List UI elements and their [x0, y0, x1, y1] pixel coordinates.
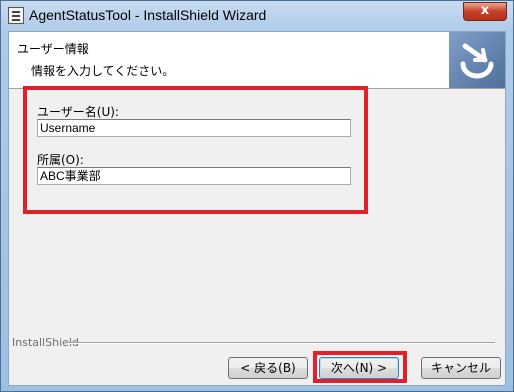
title-bar[interactable]: AgentStatusTool - InstallShield Wizard x [1, 1, 513, 31]
window-title: AgentStatusTool - InstallShield Wizard [29, 7, 267, 23]
form-highlight-box [23, 86, 368, 214]
next-button-highlight-box [313, 351, 407, 383]
installshield-logo-icon [449, 32, 505, 88]
back-button[interactable]: < 戻る(B) [228, 357, 308, 379]
wizard-header: ユーザー情報 情報を入力してください。 [9, 32, 505, 89]
footer-divider [67, 342, 495, 344]
wizard-window: AgentStatusTool - InstallShield Wizard x… [0, 0, 514, 392]
installer-app-icon [8, 7, 24, 24]
dialog-client-area: ユーザー情報 情報を入力してください。 ユーザー名(U): Username 所… [8, 31, 506, 386]
cancel-button[interactable]: キャンセル [421, 357, 501, 379]
page-title: ユーザー情報 [17, 42, 89, 56]
close-button[interactable]: x [463, 2, 507, 21]
page-subtitle: 情報を入力してください。 [31, 64, 175, 78]
